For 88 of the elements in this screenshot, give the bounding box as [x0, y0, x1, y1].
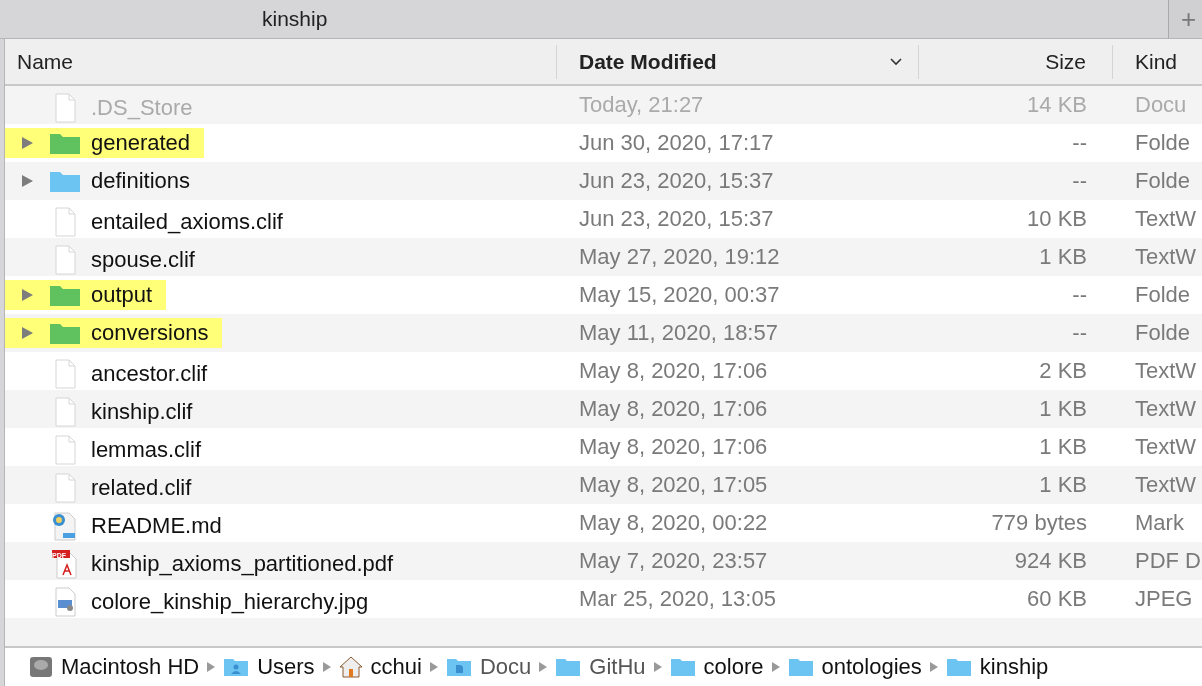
path-item[interactable]: cchui: [370, 654, 422, 680]
date-cell: Jun 23, 2020, 15:37: [579, 206, 774, 231]
size-cell: --: [1072, 168, 1087, 193]
column-header[interactable]: Size: [1045, 49, 1086, 74]
separator-arrow-icon: [653, 662, 662, 672]
separator-arrow-icon: [929, 662, 938, 672]
date-cell: Mar 25, 2020, 13:05: [579, 586, 776, 611]
size-cell: 779 bytes: [991, 510, 1087, 535]
disclosure-triangle-icon[interactable]: [20, 136, 34, 150]
file-name[interactable]: entailed_axioms.clif: [91, 208, 283, 235]
path-item[interactable]: GitHu: [589, 654, 646, 680]
users-folder-icon: [223, 657, 250, 677]
path-item[interactable]: Users: [257, 654, 315, 680]
disclosure-triangle-icon[interactable]: [20, 174, 34, 188]
folder-icon: [555, 657, 582, 677]
column-header[interactable]: Name: [17, 49, 74, 74]
size-cell: 2 KB: [1039, 358, 1087, 383]
separator-arrow-icon: [207, 662, 216, 672]
file-name[interactable]: related.clif: [91, 474, 192, 501]
size-cell: 14 KB: [1027, 92, 1087, 117]
date-cell: May 15, 2020, 00:37: [579, 282, 780, 307]
file-name[interactable]: README.md: [91, 512, 222, 539]
date-cell: May 8, 2020, 17:06: [579, 396, 768, 421]
date-cell: Today, 21:27: [579, 92, 704, 117]
kind-cell: TextW: [1135, 472, 1197, 497]
disclosure-triangle-icon[interactable]: [20, 326, 34, 340]
size-cell: 1 KB: [1039, 244, 1087, 269]
date-cell: May 8, 2020, 17:05: [579, 472, 768, 497]
kind-cell: Mark: [1135, 510, 1184, 535]
date-cell: Jun 23, 2020, 15:37: [579, 168, 774, 193]
date-cell: May 8, 2020, 17:06: [579, 358, 768, 383]
separator-arrow-icon: [322, 662, 331, 672]
size-cell: 924 KB: [1014, 548, 1087, 573]
size-cell: 60 KB: [1027, 586, 1087, 611]
date-cell: May 8, 2020, 17:06: [579, 434, 768, 459]
size-cell: --: [1072, 282, 1087, 307]
size-cell: 1 KB: [1039, 472, 1087, 497]
size-cell: 10 KB: [1027, 206, 1087, 231]
column-header[interactable]: Date Modified: [579, 49, 717, 74]
size-cell: 1 KB: [1039, 434, 1087, 459]
file-name[interactable]: generated: [91, 130, 191, 156]
folder-icon: [787, 657, 814, 677]
kind-cell: Folde: [1135, 320, 1191, 345]
path-item[interactable]: ontologies: [821, 654, 922, 680]
house-icon: [338, 656, 363, 678]
disclosure-triangle-icon[interactable]: [20, 288, 34, 302]
path-item[interactable]: colore: [703, 654, 764, 680]
documents-folder-icon: [445, 657, 472, 677]
kind-cell: Folde: [1135, 130, 1191, 155]
date-cell: May 27, 2020, 19:12: [579, 244, 780, 269]
kind-cell: TextW: [1135, 358, 1197, 383]
file-name[interactable]: lemmas.clif: [91, 436, 201, 463]
chevron-icon: [890, 57, 902, 66]
separator-arrow-icon: [429, 662, 438, 672]
hard-drive-icon: [29, 655, 53, 679]
date-cell: May 11, 2020, 18:57: [579, 320, 778, 345]
file-name[interactable]: colore_kinship_hierarchy.jpg: [91, 588, 369, 615]
file-name[interactable]: ancestor.clif: [91, 360, 208, 387]
file-name[interactable]: output: [91, 282, 153, 308]
kind-cell: TextW: [1135, 244, 1197, 269]
kind-cell: TextW: [1135, 434, 1197, 459]
date-cell: May 8, 2020, 00:22: [579, 510, 768, 535]
kind-cell: Docu: [1135, 92, 1187, 117]
date-cell: Jun 30, 2020, 17:17: [579, 130, 774, 155]
file-name[interactable]: kinship.clif: [91, 398, 193, 425]
separator-arrow-icon: [539, 662, 548, 672]
kind-cell: JPEG: [1135, 586, 1193, 611]
column-header[interactable]: Kind: [1135, 49, 1178, 74]
size-cell: --: [1072, 320, 1087, 345]
kind-cell: Folde: [1135, 168, 1191, 193]
folder-icon: [945, 657, 972, 677]
separator-arrow-icon: [771, 662, 780, 672]
kind-cell: TextW: [1135, 206, 1197, 231]
path-item[interactable]: Docu: [479, 654, 532, 680]
kind-cell: Folde: [1135, 282, 1191, 307]
window-title: kinship: [262, 7, 328, 31]
kind-cell: PDF D: [1135, 548, 1201, 573]
file-name[interactable]: conversions: [91, 320, 209, 346]
path-item[interactable]: Macintosh HD: [61, 654, 200, 680]
folder-icon: [669, 657, 696, 677]
size-cell: 1 KB: [1039, 396, 1087, 421]
date-cell: May 7, 2020, 23:57: [579, 548, 768, 573]
file-name[interactable]: definitions: [91, 168, 191, 194]
path-item[interactable]: kinship: [979, 654, 1049, 680]
file-name[interactable]: kinship_axioms_partitioned.pdf: [91, 550, 394, 577]
kind-cell: TextW: [1135, 396, 1197, 421]
file-name[interactable]: spouse.clif: [91, 246, 195, 273]
size-cell: --: [1072, 130, 1087, 155]
